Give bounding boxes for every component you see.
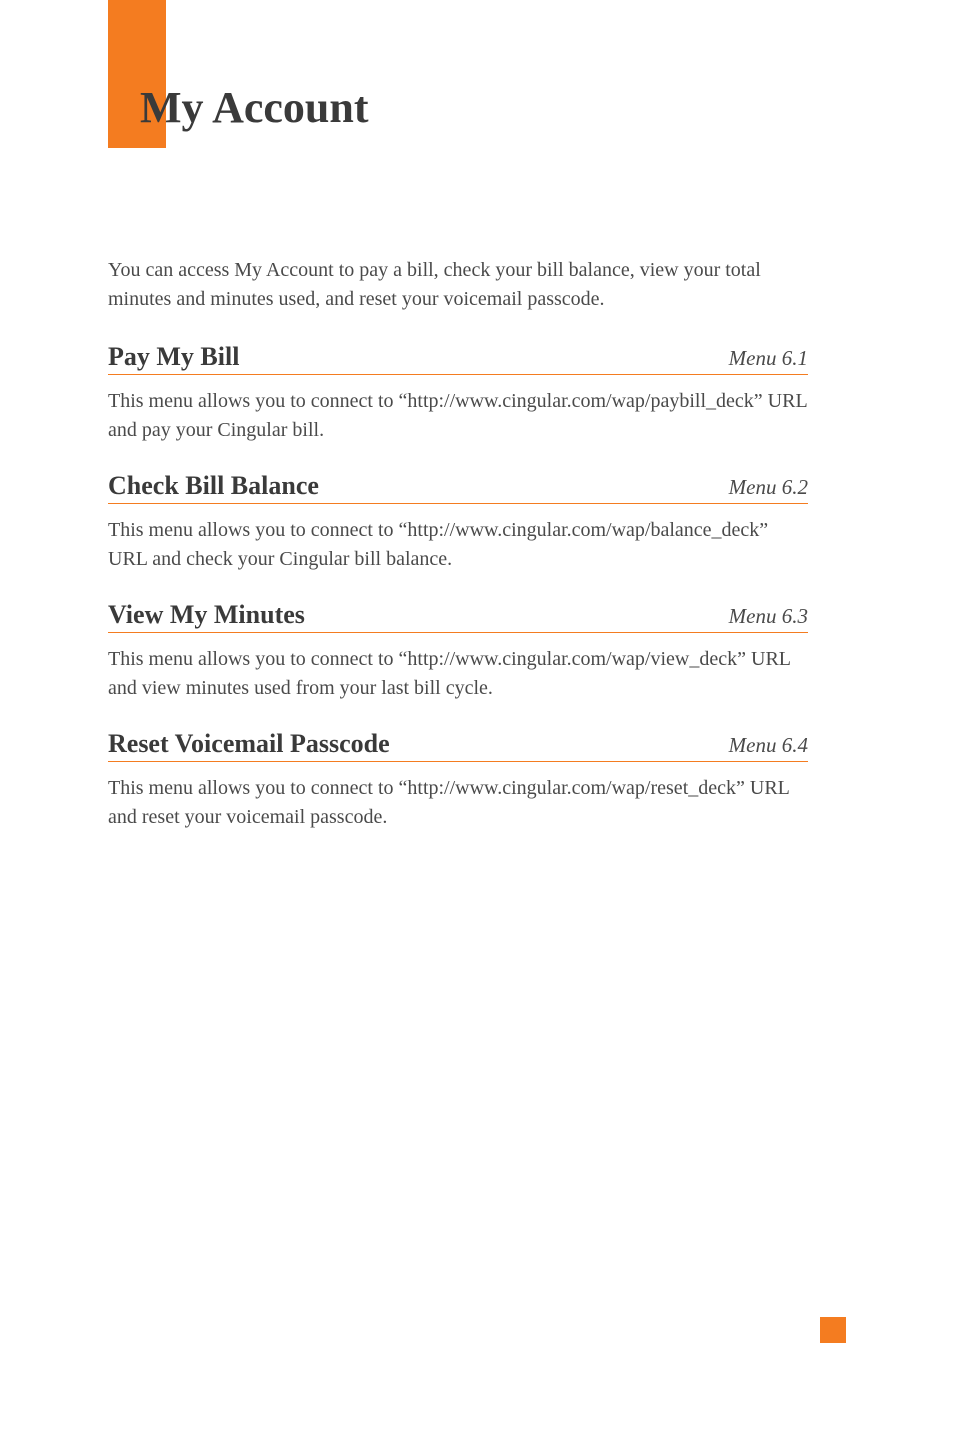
content-area: You can access My Account to pay a bill,…	[108, 256, 808, 858]
section-reset-voicemail-passcode: Reset Voicemail Passcode Menu 6.4 This m…	[108, 729, 808, 832]
section-title: Pay My Bill	[108, 342, 239, 372]
section-body: This menu allows you to connect to “http…	[108, 387, 808, 445]
section-body: This menu allows you to connect to “http…	[108, 645, 808, 703]
section-heading: Reset Voicemail Passcode Menu 6.4	[108, 729, 808, 762]
menu-label: Menu 6.3	[729, 604, 808, 629]
footer-accent-square	[820, 1317, 846, 1343]
section-title: View My Minutes	[108, 600, 305, 630]
section-title: Reset Voicemail Passcode	[108, 729, 390, 759]
section-body: This menu allows you to connect to “http…	[108, 774, 808, 832]
section-heading: Check Bill Balance Menu 6.2	[108, 471, 808, 504]
section-title: Check Bill Balance	[108, 471, 319, 501]
section-body: This menu allows you to connect to “http…	[108, 516, 808, 574]
menu-label: Menu 6.2	[729, 475, 808, 500]
section-pay-my-bill: Pay My Bill Menu 6.1 This menu allows yo…	[108, 342, 808, 445]
menu-label: Menu 6.4	[729, 733, 808, 758]
section-check-bill-balance: Check Bill Balance Menu 6.2 This menu al…	[108, 471, 808, 574]
intro-text: You can access My Account to pay a bill,…	[108, 256, 808, 314]
section-heading: View My Minutes Menu 6.3	[108, 600, 808, 633]
section-view-my-minutes: View My Minutes Menu 6.3 This menu allow…	[108, 600, 808, 703]
menu-label: Menu 6.1	[729, 346, 808, 371]
page-title: My Account	[140, 82, 369, 133]
section-heading: Pay My Bill Menu 6.1	[108, 342, 808, 375]
